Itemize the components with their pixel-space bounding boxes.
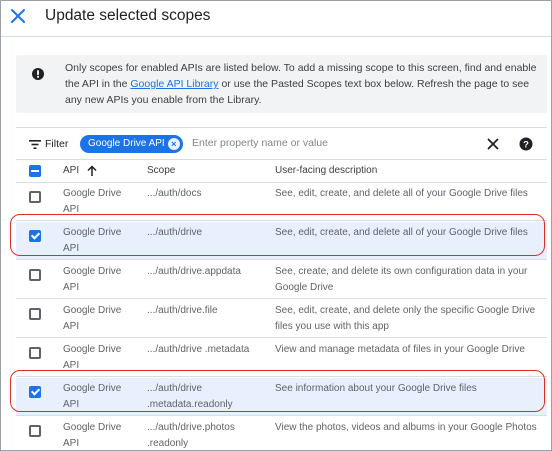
row-description: See information about your Google Drive … xyxy=(275,383,477,394)
row-api: Google Drive API xyxy=(63,266,122,293)
filter-chip[interactable]: Google Drive API × xyxy=(80,135,183,153)
row-description: View the photos, videos and albums in yo… xyxy=(275,422,537,433)
row-api: Google Drive API xyxy=(63,344,122,371)
table-row[interactable]: Google Drive API .../auth/drive .metadata… xyxy=(16,378,547,416)
filter-icon[interactable] xyxy=(29,140,41,149)
row-checkbox[interactable] xyxy=(29,347,41,359)
row-scope: .../auth/drive .metadata.readonly xyxy=(147,383,233,410)
api-library-link[interactable]: Google API Library xyxy=(130,78,218,90)
row-scope: .../auth/docs xyxy=(147,188,202,199)
table-row[interactable]: Google Drive API .../auth/drive.file See, … xyxy=(16,300,547,338)
table-row[interactable]: Google Drive API .../auth/drive.appdata Se… xyxy=(16,261,547,299)
column-header-api[interactable]: API xyxy=(63,165,79,176)
row-description: See, edit, create, and delete only the s… xyxy=(275,305,536,332)
dialog-header: Update selected scopes xyxy=(1,1,551,37)
row-description: See, edit, create, and delete all of you… xyxy=(275,227,528,238)
filter-label: Filter xyxy=(45,138,69,150)
info-icon xyxy=(32,68,44,80)
row-checkbox[interactable] xyxy=(29,269,41,281)
chip-remove-icon[interactable]: × xyxy=(167,138,180,150)
filter-chip-label: Google Drive API xyxy=(88,138,165,149)
table-row[interactable]: Google Drive API .../auth/drive .metadata… xyxy=(16,339,547,377)
table-row[interactable]: Google Drive API .../auth/drive See, edit,… xyxy=(16,222,547,260)
row-scope: .../auth/drive.appdata xyxy=(147,266,241,277)
sort-arrow-up-icon[interactable] xyxy=(86,165,98,177)
row-api: Google Drive API xyxy=(63,227,122,254)
row-checkbox[interactable] xyxy=(29,386,41,398)
select-all-checkbox[interactable] xyxy=(29,165,41,177)
row-scope: .../auth/drive.file xyxy=(147,305,218,316)
row-description: See, edit, create, and delete all of you… xyxy=(275,188,528,199)
filter-bar: Filter Google Drive API × ? xyxy=(16,127,547,159)
column-header-description: User-facing description xyxy=(275,165,378,176)
row-checkbox[interactable] xyxy=(29,308,41,320)
row-checkbox[interactable] xyxy=(29,191,41,203)
row-description: View and manage metadata of files in you… xyxy=(275,344,525,355)
table-header: API Scope User-facing description xyxy=(16,159,547,183)
row-checkbox[interactable] xyxy=(29,425,41,437)
column-header-scope: Scope xyxy=(147,165,176,176)
table-row[interactable]: Google Drive API .../auth/docs See, edit, … xyxy=(16,183,547,221)
row-description: See, create, and delete its own configur… xyxy=(275,266,528,293)
dialog-title: Update selected scopes xyxy=(45,7,211,24)
table-row[interactable]: Google Drive API .../auth/drive.photos .r… xyxy=(16,417,547,450)
info-banner: Only scopes for enabled APIs are listed … xyxy=(16,55,547,113)
filter-input[interactable] xyxy=(192,137,392,149)
row-checkbox[interactable] xyxy=(29,230,41,242)
svg-text:?: ? xyxy=(523,139,529,150)
row-scope: .../auth/drive.photos .readonly xyxy=(147,422,235,449)
row-api: Google Drive API xyxy=(63,422,122,449)
row-api: Google Drive API xyxy=(63,188,122,215)
row-api: Google Drive API xyxy=(63,305,122,332)
row-scope: .../auth/drive .metadata xyxy=(147,344,250,355)
dialog: Update selected scopes Only scopes for e… xyxy=(0,0,552,451)
header-divider xyxy=(1,36,551,37)
close-icon[interactable] xyxy=(8,6,28,26)
row-api: Google Drive API xyxy=(63,383,122,410)
row-scope: .../auth/drive xyxy=(147,227,203,238)
clear-filter-icon[interactable] xyxy=(486,137,500,151)
help-icon[interactable]: ? xyxy=(519,137,533,151)
banner-text: Only scopes for enabled APIs are listed … xyxy=(65,60,540,108)
